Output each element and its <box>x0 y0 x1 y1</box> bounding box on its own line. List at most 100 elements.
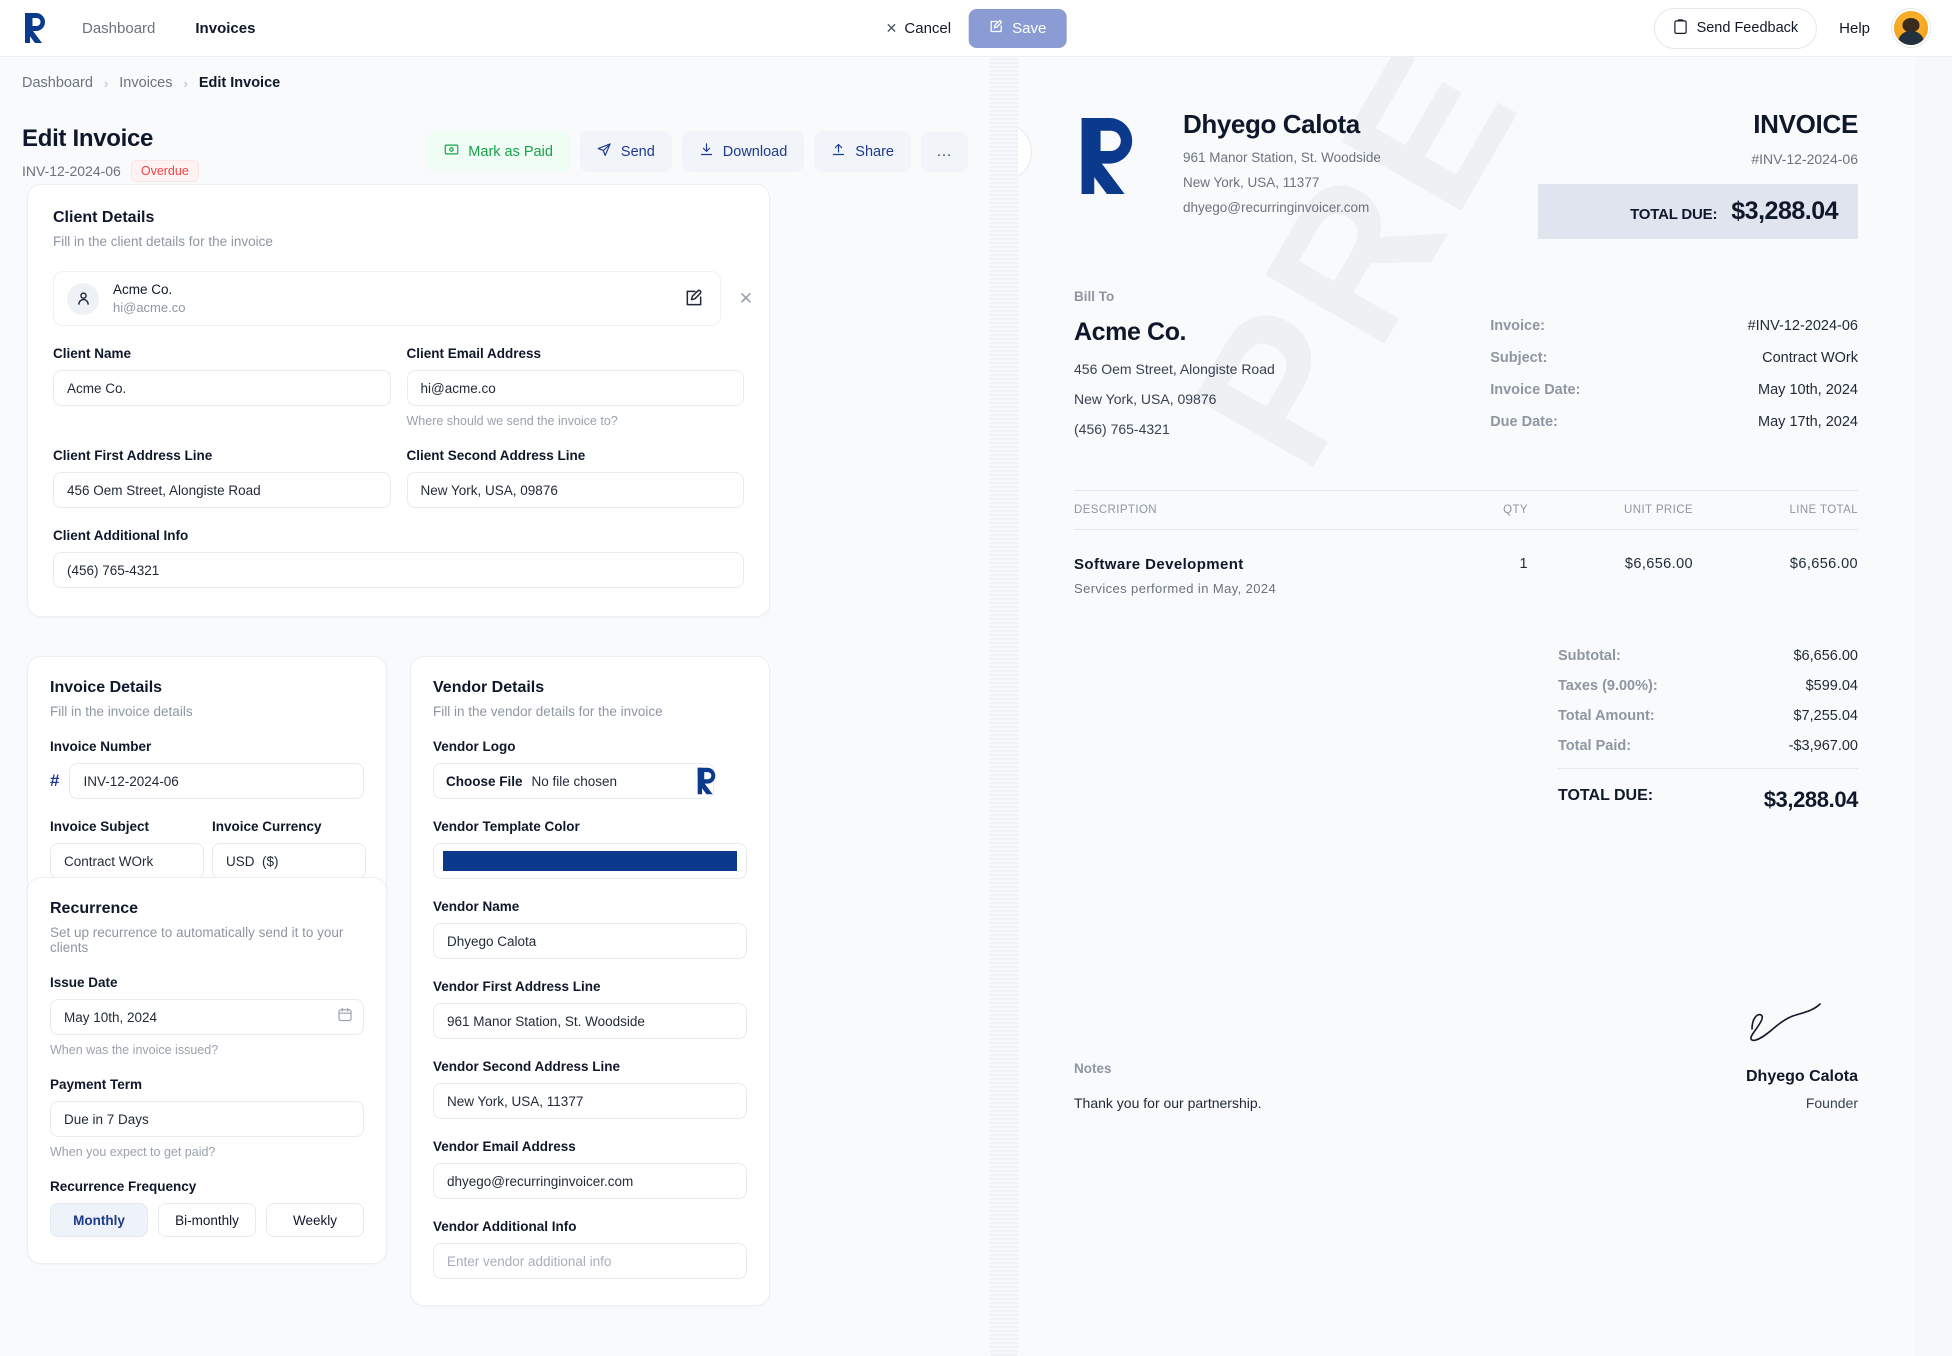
vendor-name-input[interactable] <box>433 923 747 959</box>
file-status-text: No file chosen <box>532 774 618 789</box>
nav-right-actions: Send Feedback Help <box>1654 8 1930 49</box>
calendar-icon[interactable] <box>337 1007 353 1028</box>
invoice-form-pane: Edit Invoice INV-12-2024-06 Overdue Mark… <box>0 109 990 1356</box>
client-additional-info-input[interactable] <box>53 552 744 588</box>
total-due-banner-label: TOTAL DUE: <box>1630 206 1717 223</box>
total-row: Taxes (9.00%): $599.04 <box>1558 678 1858 694</box>
ellipsis-icon: … <box>936 143 953 161</box>
client-details-title: Client Details <box>53 209 744 227</box>
meta-row: Invoice Date: May 10th, 2024 <box>1490 382 1858 398</box>
payment-term-input[interactable] <box>50 1101 364 1137</box>
breadcrumb-separator: › <box>104 76 108 91</box>
download-button-label: Download <box>723 144 788 160</box>
invoice-number-field: Invoice Number # <box>50 739 364 799</box>
share-upload-icon <box>831 142 846 161</box>
breadcrumb: Dashboard › Invoices › Edit Invoice <box>0 57 990 109</box>
client-address2-input[interactable] <box>407 472 745 508</box>
recurrence-frequency-field: Recurrence Frequency Monthly Bi-monthly … <box>50 1179 364 1237</box>
vendor-address1-input[interactable] <box>433 1003 747 1039</box>
vendor-logo-thumb-icon <box>695 766 725 796</box>
invoice-heading: INVOICE <box>1538 109 1858 140</box>
edit-square-icon[interactable] <box>684 288 706 310</box>
vendor-details-card: Vendor Details Fill in the vendor detail… <box>410 656 770 1306</box>
cancel-button[interactable]: ✕ Cancel <box>886 20 951 37</box>
preview-invoice-number: #INV-12-2024-06 <box>1538 151 1858 167</box>
download-icon <box>699 142 714 161</box>
client-name-input[interactable] <box>53 370 391 406</box>
frequency-option-bi-monthly[interactable]: Bi-monthly <box>158 1203 256 1237</box>
totals-divider <box>1558 768 1858 769</box>
grand-total-row: TOTAL DUE: $3,288.04 <box>1558 787 1858 813</box>
recurrence-card: Recurrence Set up recurrence to automati… <box>27 877 387 1264</box>
download-button[interactable]: Download <box>682 131 805 172</box>
avatar[interactable] <box>1892 9 1930 47</box>
recurring-invoicer-logo-icon[interactable] <box>22 11 56 45</box>
bill-to-and-meta: Acme Co. 456 Oem Street, Alongiste Road … <box>1074 318 1858 446</box>
bill-to-block: Acme Co. 456 Oem Street, Alongiste Road … <box>1074 318 1490 446</box>
choose-file-button[interactable]: Choose File <box>446 774 523 789</box>
breadcrumb-separator: › <box>183 76 187 91</box>
vendor-email-input[interactable] <box>433 1163 747 1199</box>
total-value-total-paid: -$3,967.00 <box>1789 738 1858 754</box>
share-button[interactable]: Share <box>814 131 911 172</box>
selected-client-chip[interactable]: Acme Co. hi@acme.co ✕ <box>53 271 721 326</box>
meta-key-invoice: Invoice: <box>1490 318 1545 334</box>
breadcrumb-edit-invoice: Edit Invoice <box>199 75 280 91</box>
mark-as-paid-button[interactable]: Mark as Paid <box>427 131 570 172</box>
vendor-name-field: Vendor Name <box>433 899 747 959</box>
recurrence-description: Set up recurrence to automatically send … <box>50 925 364 955</box>
invoice-number-input[interactable] <box>69 763 364 799</box>
send-button[interactable]: Send <box>580 131 672 172</box>
save-button[interactable]: Save <box>969 9 1066 48</box>
client-email-label: Client Email Address <box>407 346 745 361</box>
vendor-template-color-field: Vendor Template Color <box>433 819 747 879</box>
vendor-address2-input[interactable] <box>433 1083 747 1119</box>
preview-vendor-email: dhyego@recurringinvoicer.com <box>1183 200 1381 215</box>
remove-client-icon[interactable]: ✕ <box>739 289 753 309</box>
grand-total-label: TOTAL DUE: <box>1558 787 1653 813</box>
breadcrumb-invoices[interactable]: Invoices <box>119 75 172 91</box>
invoice-subject-label: Invoice Subject <box>50 819 204 834</box>
vendor-logo-field: Vendor Logo Choose File No file chosen <box>433 739 747 799</box>
breadcrumb-dashboard[interactable]: Dashboard <box>22 75 93 91</box>
invoice-currency-input[interactable] <box>212 843 366 879</box>
line-item-row: Software Development Services performed … <box>1074 530 1858 596</box>
invoice-footer: Notes Thank you for our partnership. Dhy… <box>1074 999 1858 1111</box>
total-due-banner-value: $3,288.04 <box>1731 197 1838 226</box>
total-value-total-amount: $7,255.04 <box>1793 708 1858 724</box>
notes-block: Notes Thank you for our partnership. <box>1074 1061 1262 1111</box>
paper-plane-icon <box>597 142 612 161</box>
nav-link-dashboard[interactable]: Dashboard <box>82 20 155 37</box>
close-x-icon: ✕ <box>886 20 898 37</box>
invoice-editor-app: Dashboard Invoices ✕ Cancel Save <box>0 0 1952 1356</box>
preview-client-phone: (456) 765-4321 <box>1074 421 1490 437</box>
issue-date-input[interactable] <box>50 999 364 1035</box>
client-address1-input[interactable] <box>53 472 391 508</box>
invoice-subject-field: Invoice Subject <box>50 819 204 879</box>
send-button-label: Send <box>621 144 655 160</box>
frequency-option-weekly[interactable]: Weekly <box>266 1203 364 1237</box>
total-key-total-amount: Total Amount: <box>1558 708 1655 724</box>
vendor-additional-info-label: Vendor Additional Info <box>433 1219 747 1234</box>
preview-vendor-address1: 961 Manor Station, St. Woodside <box>1183 150 1381 165</box>
frequency-option-monthly[interactable]: Monthly <box>50 1203 148 1237</box>
vendor-logo-file-input[interactable]: Choose File No file chosen <box>433 763 714 799</box>
save-button-label: Save <box>1012 20 1046 37</box>
invoice-document: PREVIEW Dhyego Calota 961 Manor Station,… <box>1018 57 1914 1356</box>
vendor-block: Dhyego Calota 961 Manor Station, St. Woo… <box>1183 109 1381 215</box>
total-key-subtotal: Subtotal: <box>1558 648 1621 664</box>
help-link[interactable]: Help <box>1839 20 1870 37</box>
total-value-subtotal: $6,656.00 <box>1793 648 1858 664</box>
vendor-additional-info-input[interactable] <box>433 1243 747 1279</box>
invoice-subject-input[interactable] <box>50 843 204 879</box>
column-header-unit-price: UNIT PRICE <box>1528 504 1693 516</box>
vendor-template-color-picker[interactable] <box>433 843 747 879</box>
color-swatch <box>443 851 737 871</box>
nav-link-invoices[interactable]: Invoices <box>195 20 255 37</box>
issue-date-label: Issue Date <box>50 975 364 990</box>
meta-value-subject: Contract WOrk <box>1762 350 1858 366</box>
vendor-email-field: Vendor Email Address <box>433 1139 747 1199</box>
more-options-button[interactable]: … <box>921 132 968 172</box>
send-feedback-button[interactable]: Send Feedback <box>1654 8 1818 49</box>
client-email-input[interactable] <box>407 370 745 406</box>
